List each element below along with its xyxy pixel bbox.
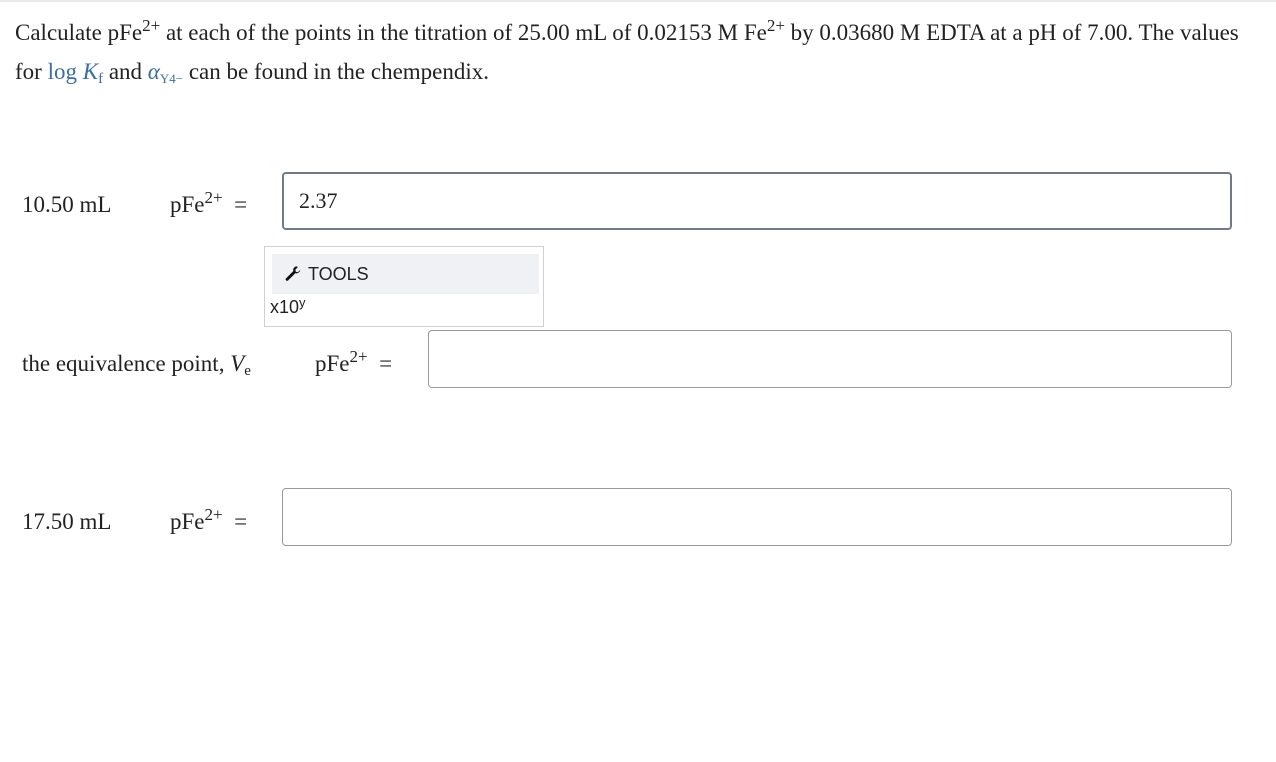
tools-button-label: TOOLS bbox=[308, 263, 369, 284]
row3-volume-label: 17.50 mL bbox=[22, 509, 112, 534]
wrench-icon bbox=[285, 266, 301, 281]
alpha-y4-link[interactable]: αY4− bbox=[148, 59, 183, 86]
log-kf-link[interactable]: log Kf bbox=[48, 59, 103, 87]
top-divider bbox=[0, 0, 1276, 2]
tools-panel: TOOLS x10y bbox=[264, 246, 544, 327]
row1-answer-input[interactable] bbox=[282, 172, 1232, 230]
row1-quantity-label: pFe2+ = bbox=[170, 188, 248, 217]
question-prompt: Calculate pFe2+ at each of the points in… bbox=[15, 16, 1239, 87]
row2-answer-input[interactable] bbox=[428, 330, 1232, 388]
tools-button[interactable]: TOOLS bbox=[272, 254, 539, 294]
row2-volume-label: the equivalence point, Ve bbox=[22, 351, 251, 379]
row3-answer-input[interactable] bbox=[282, 488, 1232, 546]
row3-quantity-label: pFe2+ = bbox=[170, 505, 248, 534]
row1-volume-label: 10.50 mL bbox=[22, 192, 112, 217]
row2-quantity-label: pFe2+ = bbox=[315, 347, 393, 376]
scientific-notation-button[interactable]: x10y bbox=[270, 295, 306, 318]
